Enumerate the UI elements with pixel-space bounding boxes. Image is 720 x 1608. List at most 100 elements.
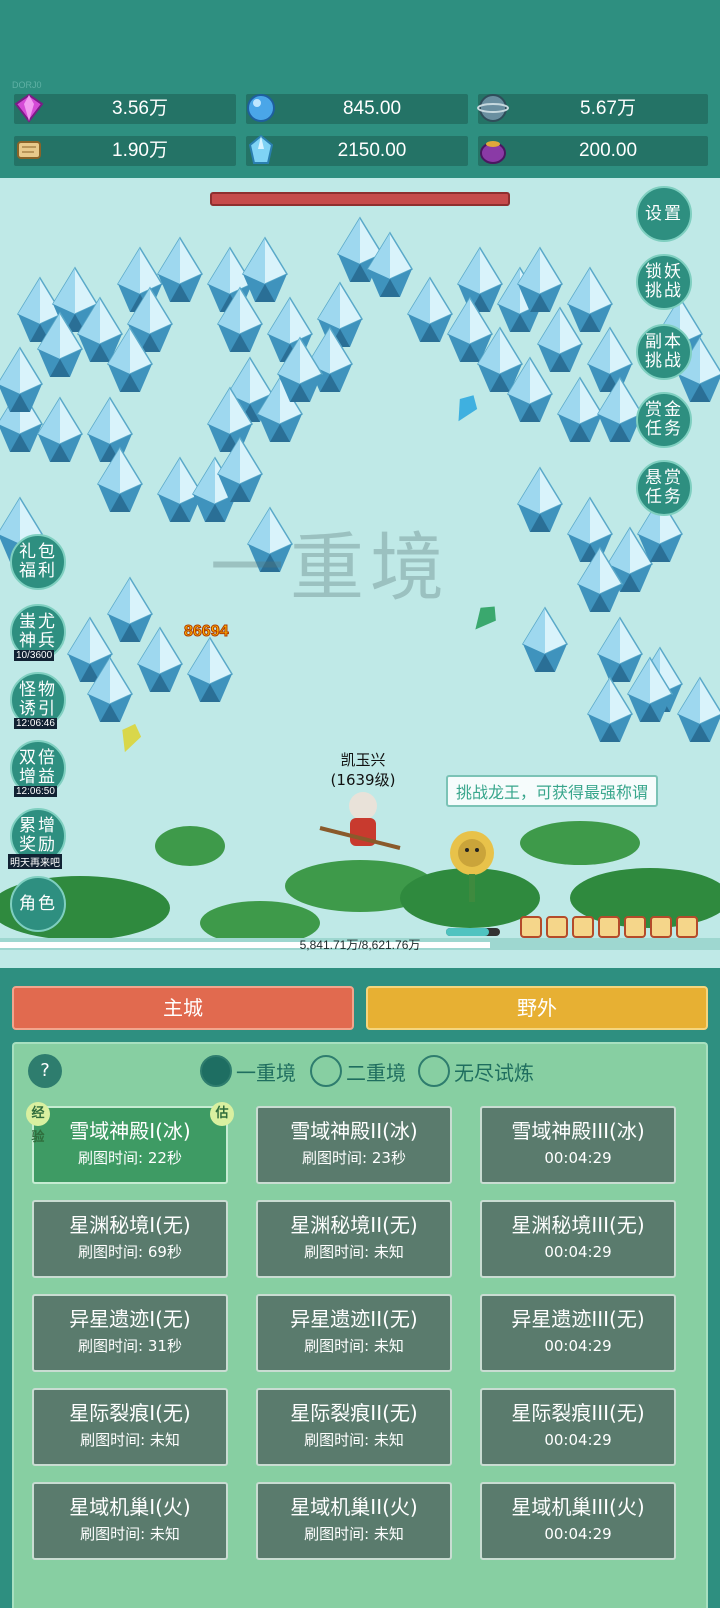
experience-text: 5,841.71万/8,621.76万 [299, 938, 421, 952]
map-tile[interactable]: 星渊秘境III(无) 00:04:29 [480, 1200, 676, 1278]
map-time: 00:04:29 [544, 1525, 612, 1543]
exp-badge: 经验 [26, 1102, 50, 1145]
resource-gems: 3.56万 [14, 93, 236, 124]
damage-number: 86694 [184, 623, 229, 641]
map-time: 00:04:29 [544, 1149, 612, 1167]
bounty-task-button[interactable]: 赏金任务 [636, 392, 692, 448]
map-name: 星际裂痕II(无) [290, 1401, 418, 1425]
map-tile[interactable]: 雪域神殿III(冰) 00:04:29 [480, 1106, 676, 1184]
map-time: 刷图时间: 69秒 [78, 1243, 182, 1261]
map-name: 异星遗迹III(无) [511, 1307, 645, 1331]
map-name: 星渊秘境I(无) [69, 1213, 191, 1237]
map-tile[interactable]: 异星遗迹II(无) 刷图时间: 未知 [256, 1294, 452, 1372]
map-time: 00:04:29 [544, 1431, 612, 1449]
wilderness-button[interactable]: 野外 [366, 986, 708, 1030]
hero-name-label: 凯玉兴 (1639级) [328, 750, 398, 790]
map-tile[interactable]: 雪域神殿II(冰) 刷图时间: 23秒 [256, 1106, 452, 1184]
dragon-king-challenge-tip[interactable]: 挑战龙王，可获得最强称谓 [446, 775, 659, 807]
treasure-pot-icon [480, 141, 506, 164]
map-tile[interactable]: 经验 估 雪域神殿I(冰) 刷图时间: 22秒 [26, 1102, 234, 1184]
map-time: 刷图时间: 22秒 [78, 1149, 182, 1167]
map-tile[interactable]: 星渊秘境II(无) 刷图时间: 未知 [256, 1200, 452, 1278]
map-name: 星际裂痕III(无) [511, 1401, 645, 1425]
resource-header: DORJ0 3.56万 845.00 5.67万 1.90万 2150.00 2… [0, 0, 720, 178]
tier-label: 无尽试炼 [454, 1060, 534, 1085]
map-select-panel: ? 一重境 二重境 无尽试炼 经验 估 雪域神殿I(冰) 刷图时间: 22秒 雪… [12, 1042, 708, 1608]
ice-crystal-icon [248, 134, 274, 164]
map-name: 星渊秘境II(无) [290, 1213, 418, 1237]
map-name: 雪域神殿II(冰) [290, 1119, 418, 1143]
monster-lure-timer: 12:06:46 [14, 718, 57, 729]
hero-sprite[interactable] [319, 792, 401, 850]
tier-option-2[interactable]: 二重境 [310, 1054, 406, 1088]
gift-pack-button[interactable]: 礼包福利 [10, 534, 66, 590]
reward-task-button[interactable]: 悬赏任务 [636, 460, 692, 516]
help-button[interactable]: ? [28, 1054, 62, 1088]
map-name: 星域机巢I(火) [69, 1495, 191, 1519]
map-time: 刷图时间: 31秒 [78, 1337, 182, 1355]
map-tile[interactable]: 星域机巢II(火) 刷图时间: 未知 [256, 1482, 452, 1560]
skill-slot-3[interactable] [572, 916, 594, 938]
boss-health-bar [210, 192, 510, 206]
map-time: 刷图时间: 未知 [304, 1525, 404, 1543]
map-time: 00:04:29 [544, 1243, 612, 1261]
tier-option-1[interactable]: 一重境 [200, 1054, 296, 1088]
battle-scene[interactable]: 一重境 设置 锁妖挑战 副本挑战 赏金任务 悬赏任务 礼包福利 蚩尤神兵 10/… [0, 178, 720, 968]
radio-selected-icon[interactable] [200, 1055, 232, 1087]
resource-value: 1.90万 [112, 140, 168, 161]
map-tile[interactable]: 星渊秘境I(无) 刷图时间: 69秒 [32, 1200, 228, 1278]
resource-orbs: 845.00 [246, 94, 468, 124]
map-time: 刷图时间: 未知 [80, 1525, 180, 1543]
skill-slot-1[interactable] [520, 916, 542, 938]
tier-label: 一重境 [236, 1060, 296, 1085]
demon-lock-challenge-button[interactable]: 锁妖挑战 [636, 254, 692, 310]
resource-globe: 5.67万 [477, 94, 708, 124]
settings-button[interactable]: 设置 [636, 186, 692, 242]
map-tile[interactable]: 星际裂痕I(无) 刷图时间: 未知 [32, 1388, 228, 1466]
blue-crystal-orb-icon [247, 94, 275, 122]
monster-health-bar [446, 928, 500, 936]
radio-unselected-icon[interactable] [310, 1055, 342, 1087]
skill-slot-6[interactable] [650, 916, 672, 938]
cumulative-reward-status: 明天再来吧 [8, 854, 62, 869]
map-tile[interactable]: 星域机巢III(火) 00:04:29 [480, 1482, 676, 1560]
map-tile[interactable]: 异星遗迹I(无) 刷图时间: 31秒 [32, 1294, 228, 1372]
map-tile[interactable]: 星域机巢I(火) 刷图时间: 未知 [32, 1482, 228, 1560]
map-name: 星域机巢III(火) [511, 1495, 645, 1519]
dungeon-challenge-button[interactable]: 副本挑战 [636, 324, 692, 380]
map-time: 刷图时间: 未知 [304, 1431, 404, 1449]
realm-watermark: 一重境 [210, 525, 450, 611]
character-button[interactable]: 角色 [10, 876, 66, 932]
map-name: 星际裂痕I(无) [69, 1401, 191, 1425]
tier-label: 二重境 [346, 1060, 406, 1085]
map-name: 异星遗迹I(无) [69, 1307, 191, 1331]
resource-value: 3.56万 [112, 98, 168, 119]
map-time: 00:04:29 [544, 1337, 612, 1355]
hero-level: (1639级) [330, 771, 396, 789]
skill-slot-2[interactable] [546, 916, 568, 938]
double-buff-timer: 12:06:50 [14, 786, 57, 797]
map-time: 刷图时间: 未知 [304, 1337, 404, 1355]
health-fill [446, 928, 490, 936]
map-tile[interactable]: 星际裂痕III(无) 00:04:29 [480, 1388, 676, 1466]
resource-value: 5.67万 [580, 98, 636, 119]
skill-slot-4[interactable] [598, 916, 620, 938]
map-tile[interactable]: 异星遗迹III(无) 00:04:29 [480, 1294, 676, 1372]
resource-scroll: 1.90万 [14, 136, 236, 166]
map-time: 刷图时间: 23秒 [302, 1149, 406, 1167]
resource-pot: 200.00 [478, 136, 708, 166]
map-name: 雪域神殿III(冰) [511, 1119, 645, 1143]
resource-value: 845.00 [342, 98, 402, 119]
map-time: 刷图时间: 未知 [304, 1243, 404, 1261]
radio-unselected-icon[interactable] [418, 1055, 450, 1087]
estimate-badge: 估 [210, 1102, 234, 1126]
map-name: 星域机巢II(火) [290, 1495, 418, 1519]
resource-value: 2150.00 [337, 140, 407, 161]
skill-slot-7[interactable] [676, 916, 698, 938]
main-city-button[interactable]: 主城 [12, 986, 354, 1030]
map-tile[interactable]: 星际裂痕II(无) 刷图时间: 未知 [256, 1388, 452, 1466]
skill-slot-5[interactable] [624, 916, 646, 938]
scroll-icon [17, 141, 41, 159]
tier-option-3[interactable]: 无尽试炼 [418, 1054, 534, 1088]
ice-crystal-field [0, 217, 720, 743]
